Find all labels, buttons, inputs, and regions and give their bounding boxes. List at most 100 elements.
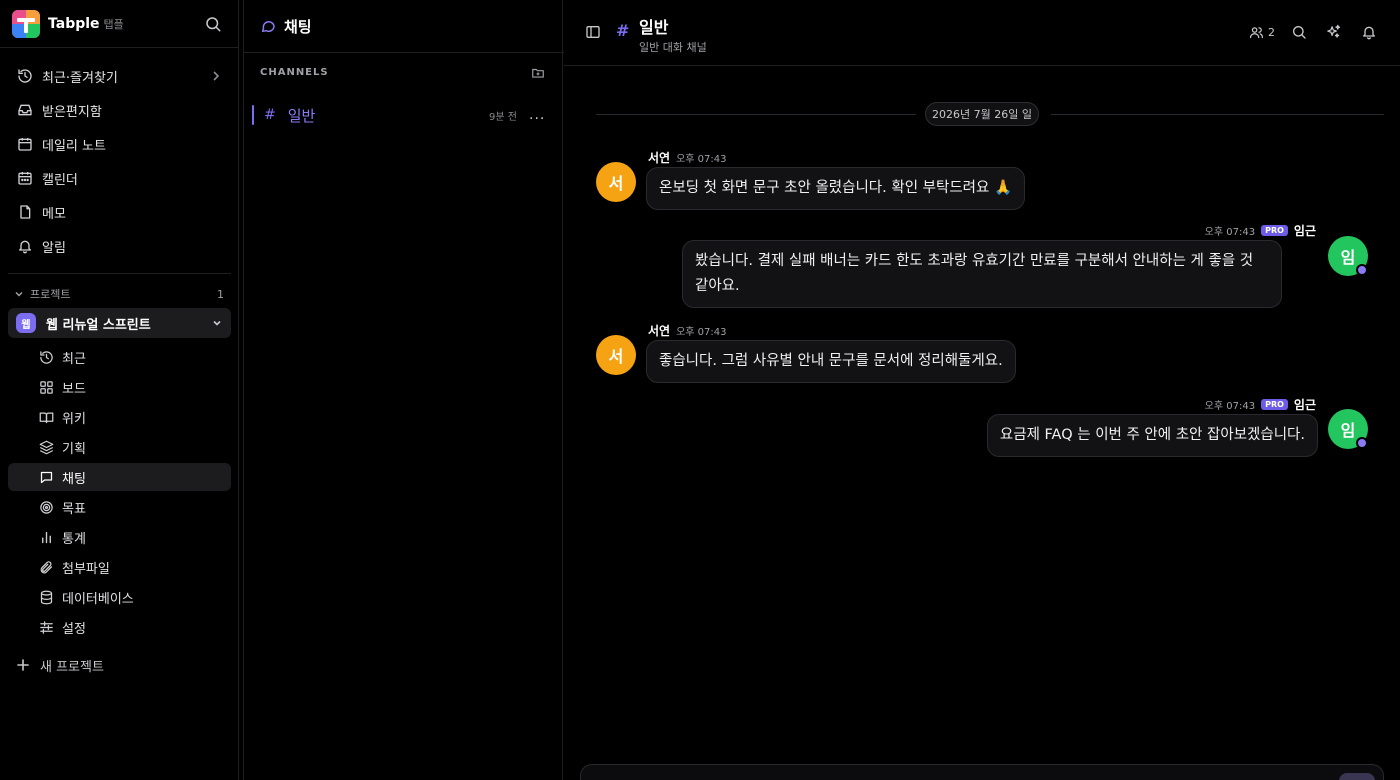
chevron-down-icon [211, 317, 223, 329]
project-item-planning[interactable]: 기획 [8, 433, 231, 461]
projects-section-header[interactable]: 프로젝트 1 [14, 285, 226, 303]
project-item-label: 목표 [62, 501, 86, 517]
project-item-label: 보드 [62, 381, 86, 397]
nav-label: 받은편지함 [42, 104, 102, 120]
book-icon [38, 409, 54, 425]
calendar-icon [16, 135, 34, 153]
chat-main: # 일반 일반 대화 채널 2 2026년 7월 26일 일 서 서연 오후 0… [564, 0, 1400, 780]
project-item-database[interactable]: 데이터베이스 [8, 583, 231, 611]
nav-inbox[interactable]: 받은편지함 [8, 95, 231, 125]
project-item-label: 통계 [62, 531, 86, 547]
avatar[interactable]: 서 [596, 162, 636, 202]
divider [0, 47, 239, 48]
members-button[interactable]: 2 [1249, 25, 1275, 40]
author-name: 임근 [1293, 224, 1316, 238]
chevron-right-icon [211, 70, 221, 82]
message-time: 오후 07:43 [676, 154, 727, 165]
project-item-stats[interactable]: 통계 [8, 523, 231, 551]
nav-notifications[interactable]: 알림 [8, 231, 231, 261]
plus-icon [16, 658, 30, 672]
message-bubble: 온보딩 첫 화면 문구 초안 올렸습니다. 확인 부탁드려요 🙏 [646, 167, 1026, 210]
chevron-down-icon [14, 289, 24, 299]
channel-item[interactable]: # 일반 9분 전 ... [252, 101, 556, 129]
project-item-chat[interactable]: 채팅 [8, 463, 231, 491]
send-button[interactable] [1339, 773, 1375, 780]
nav-daily-note[interactable]: 데일리 노트 [8, 129, 231, 159]
author-name: 서연 [648, 324, 671, 338]
project-item-goals[interactable]: 목표 [8, 493, 231, 521]
project-item-board[interactable]: 보드 [8, 373, 231, 401]
board-icon [38, 379, 54, 395]
author-name: 서연 [648, 151, 671, 165]
project-badge: 웹 [16, 313, 36, 333]
chat-icon [38, 469, 54, 485]
memo-icon [16, 203, 34, 221]
channel-description: 일반 대화 채널 [639, 41, 707, 54]
message-text-line: 봤습니다. 결제 실패 배너는 카드 한도 초과랑 유효기간 만료를 구분해서 … [695, 253, 1254, 269]
nav-label: 캘린더 [42, 172, 78, 188]
author-name: 임근 [1293, 398, 1316, 412]
project-item-label: 채팅 [62, 471, 86, 487]
project-item-label: 기획 [62, 441, 86, 457]
date-separator: 2026년 7월 26일 일 [596, 102, 1384, 126]
search-icon[interactable] [1291, 24, 1307, 40]
project-item-settings[interactable]: 설정 [8, 613, 231, 641]
message-time: 오후 07:43 [1204, 227, 1256, 238]
project-item-wiki[interactable]: 위키 [8, 403, 231, 431]
channel-pane: 채팅 CHANNELS # 일반 9분 전 ... [243, 0, 564, 780]
nav-memo[interactable]: 메모 [8, 197, 231, 227]
message-text-line: 같아요. [695, 278, 740, 294]
project-item-label: 설정 [62, 621, 86, 637]
hash-icon: # [264, 107, 276, 123]
section-label: 프로젝트 [30, 288, 71, 301]
history-icon [16, 67, 34, 85]
project-item-attachments[interactable]: 첨부파일 [8, 553, 231, 581]
add-folder-icon[interactable] [531, 66, 545, 80]
users-icon [1249, 25, 1264, 40]
bell-icon[interactable] [1361, 24, 1377, 40]
new-project-button[interactable]: 새 프로젝트 [16, 654, 104, 676]
new-project-label: 새 프로젝트 [40, 659, 104, 675]
online-status-dot [1356, 437, 1368, 449]
message-composer[interactable] [580, 764, 1384, 780]
message-meta: 오후 07:43 PRO 임근 [1205, 396, 1316, 413]
sliders-icon [38, 619, 54, 635]
avatar[interactable]: 서 [596, 335, 636, 375]
inbox-icon [16, 101, 34, 119]
nav-label: 데일리 노트 [42, 138, 106, 154]
project-item-recent[interactable]: 최근 [8, 343, 231, 371]
divider [8, 273, 231, 274]
sidebar: Tabple 탭플 최근·즐겨찾기 받은편지함 데일리 노트 캘린더 메모 알림… [0, 0, 239, 780]
project-item-label: 첨부파일 [62, 561, 110, 577]
active-indicator [252, 105, 254, 125]
hash-icon: # [616, 21, 630, 40]
calendar-days-icon [16, 169, 34, 187]
layers-icon [38, 439, 54, 455]
brand-name: Tabple [48, 16, 100, 32]
pro-badge: PRO [1261, 225, 1288, 236]
chat-bubble-icon [260, 18, 276, 34]
channel-pane-header: 채팅 [244, 0, 564, 53]
message-meta: 서연 오후 07:43 [648, 149, 727, 166]
nav-recent-favorites[interactable]: 최근·즐겨찾기 [8, 61, 231, 91]
target-icon [38, 499, 54, 515]
message-meta: 오후 07:43 PRO 임근 [1205, 222, 1316, 239]
date-pill: 2026년 7월 26일 일 [925, 102, 1039, 126]
sparkles-icon[interactable] [1325, 24, 1342, 41]
pro-badge: PRO [1261, 399, 1288, 410]
search-icon[interactable] [204, 15, 222, 33]
nav-calendar[interactable]: 캘린더 [8, 163, 231, 193]
message-bubble: 봤습니다. 결제 실패 배너는 카드 한도 초과랑 유효기간 만료를 구분해서 … [682, 240, 1282, 308]
member-count: 2 [1268, 26, 1275, 39]
bar-chart-icon [38, 529, 54, 545]
bell-icon [16, 237, 34, 255]
message-time: 오후 07:43 [676, 327, 727, 338]
project-web-renewal[interactable]: 웹 웹 리뉴얼 스프린트 [8, 308, 231, 338]
channel-name: 일반 [287, 106, 316, 125]
message-time: 오후 07:43 [1204, 401, 1256, 412]
channels-section-label: CHANNELS [260, 67, 329, 78]
sidebar-toggle-icon[interactable] [585, 24, 601, 40]
nav-label: 최근·즐겨찾기 [42, 70, 118, 86]
more-options-button[interactable]: ... [529, 107, 545, 123]
brand[interactable]: Tabple 탭플 [12, 10, 124, 38]
